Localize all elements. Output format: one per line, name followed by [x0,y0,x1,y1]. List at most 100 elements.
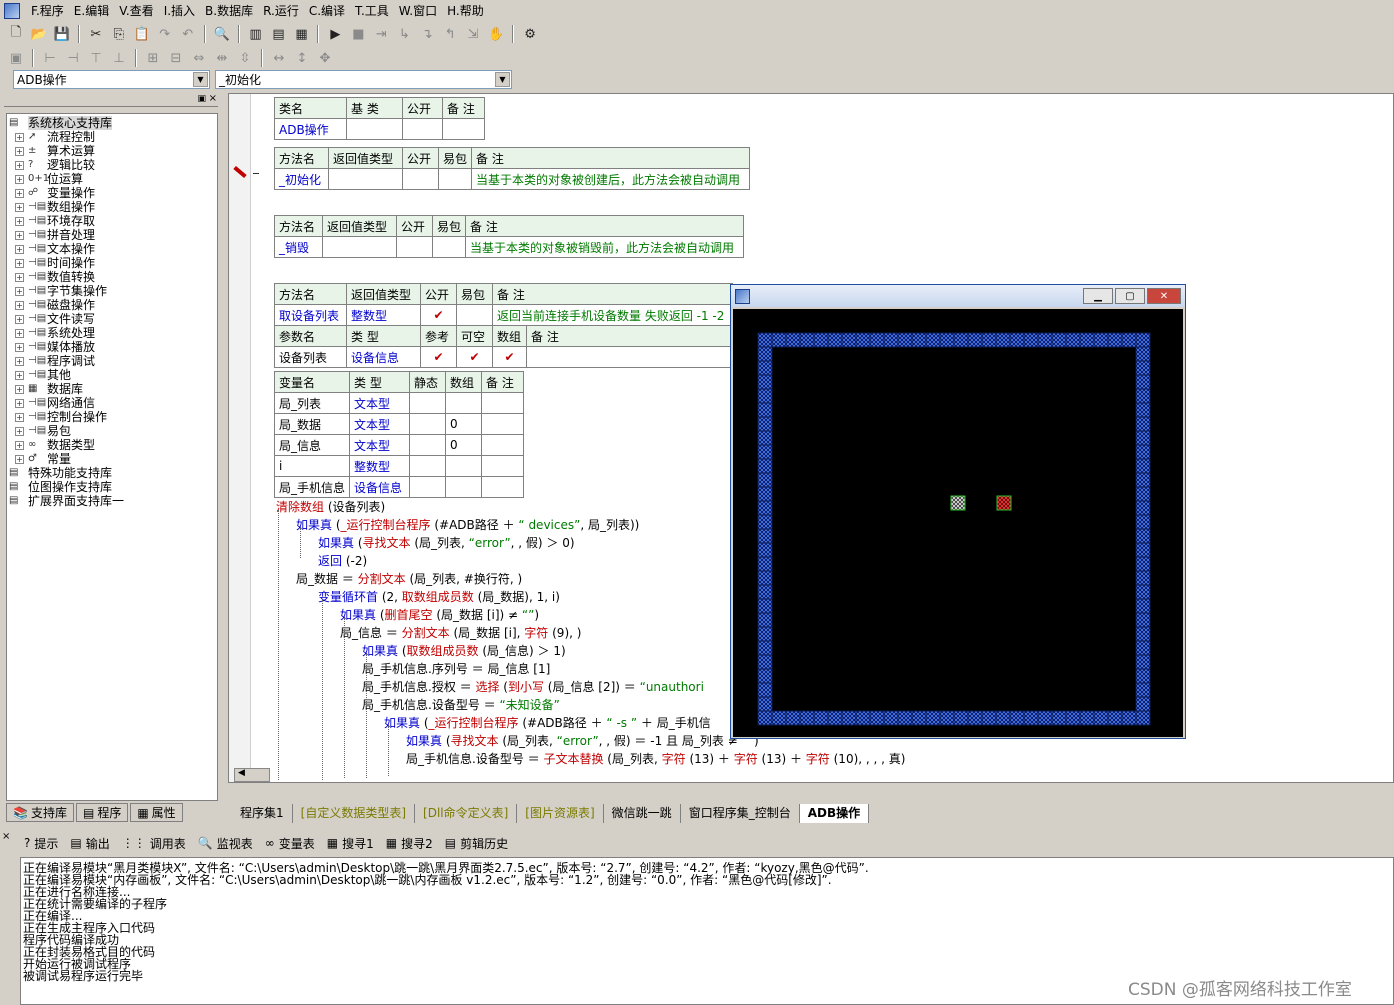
table-cell[interactable]: 局_手机信息 [273,476,351,498]
tree-item[interactable]: + ⊣▤ 媒体播放 [9,340,217,354]
space-h-icon[interactable]: ⇹ [212,48,232,68]
scroll-left-icon[interactable]: ◀ [238,768,245,778]
menu-item[interactable]: W.窗口 [394,1,442,21]
checkmark-icon[interactable]: ✔ [492,346,527,368]
tree-item[interactable]: ▤ 位图操作支持库 [9,480,217,494]
table-cell[interactable]: i [273,455,351,477]
tree-item[interactable]: + ∞ 数据类型 [9,438,217,452]
tree-item[interactable]: + ⊣▤ 数组操作 [9,200,217,214]
table-cell[interactable]: 文本型 [349,434,411,456]
tree-item[interactable]: + ⊣▤ 文本操作 [9,242,217,256]
class-select[interactable]: ADB操作 ▼ [13,70,210,89]
table-cell[interactable] [437,168,473,190]
table-cell[interactable] [402,118,443,140]
method-select[interactable]: _初始化 ▼ [215,70,512,89]
expand-icon[interactable]: + [15,286,24,296]
output-tab[interactable]: ? 提示 [18,832,64,854]
expand-icon[interactable]: + [15,398,24,408]
tree-item[interactable]: ▤ 扩展界面支持库一 [9,494,217,508]
expand-icon[interactable]: + [15,384,24,394]
comment-cell[interactable]: 返回当前连接手机设备数量 失败返回 -1 -2 [492,304,733,326]
tree-item[interactable]: ▤ 系统核心支持库 [9,116,217,130]
table-cell[interactable] [431,236,467,258]
table-cell[interactable] [328,168,403,190]
align-left-icon[interactable]: ⊢ [40,48,60,68]
table-cell[interactable] [481,476,525,498]
table-cell[interactable] [526,346,733,368]
method-name-cell[interactable]: _初始化 [274,168,329,190]
step-icon[interactable]: ⇥ [371,24,391,44]
editor-tab[interactable]: [Dll命令定义表] [415,804,518,823]
align-icon[interactable]: ▣ [6,48,26,68]
expand-icon[interactable]: + [15,426,24,436]
center-h-icon[interactable]: ⊞ [143,48,163,68]
editor-tab[interactable]: 程序集1 [232,804,293,823]
align-top-icon[interactable]: ⊤ [86,48,106,68]
code-line[interactable]: 如果真 (_运行控制台程序 (#ADB路径 ＋ “ -s ” ＋ 局_手机信 [384,714,711,732]
table-cell[interactable] [445,455,483,477]
align-right-icon[interactable]: ⊣ [63,48,83,68]
tree-item[interactable]: + ♂ 常量 [9,452,217,466]
editor-tab[interactable]: [自定义数据类型表] [293,804,416,823]
table-cell[interactable]: 文本型 [349,413,411,435]
size-w-icon[interactable]: ↔ [269,48,289,68]
run-to-cursor-icon[interactable]: ⇲ [463,24,483,44]
table-row[interactable]: 局_手机信息 设备信息 [273,476,525,498]
tab-support-library[interactable]: 📚 支持库 [6,803,74,822]
expand-icon[interactable]: + [15,356,24,366]
expand-icon[interactable]: + [15,202,24,212]
output-tab[interactable]: ▤ 输出 [64,832,115,854]
step-into-icon[interactable]: ↳ [394,24,414,44]
editor-tab[interactable]: 窗口程序集_控制台 [681,804,800,823]
table-cell[interactable] [322,236,397,258]
tab-properties[interactable]: ▦ 属性 [130,803,183,822]
minimize-icon[interactable]: ▁ [1083,288,1113,304]
close-icon[interactable]: × [209,93,217,104]
table-cell[interactable] [442,118,485,140]
editor-tab[interactable]: [图片资源表] [517,804,604,823]
save-icon[interactable]: 💾 [52,24,72,44]
tree-item[interactable]: + ⊣▤ 环境存取 [9,214,217,228]
tree-item[interactable]: + ⊣▤ 系统处理 [9,326,217,340]
table-row[interactable]: 局_信息 文本型 0 [273,434,525,456]
code-line[interactable]: 局_手机信息.设备型号 ＝ 子文本替换 (局_列表, 字符 (13) ＋ 字符 … [406,750,905,768]
tree-item[interactable]: +? 逻辑比较 [9,158,217,172]
chevron-down-icon[interactable]: ▼ [495,72,510,87]
same-width-icon[interactable]: ⇔ [189,48,209,68]
param-type-cell[interactable]: 设备信息 [346,346,421,368]
table-cell[interactable]: 0 [445,434,483,456]
copy-icon[interactable]: ⎘ [109,24,129,44]
menu-item[interactable]: B.数据库 [200,1,258,21]
tree-item[interactable]: + ⊣▤ 拼音处理 [9,228,217,242]
expand-icon[interactable]: + [15,342,24,352]
pin-icon[interactable]: ▣ [197,94,206,104]
expand-icon[interactable]: + [15,132,24,142]
table-cell[interactable]: 整数型 [349,455,411,477]
output-tab[interactable]: ▦ 搜寻1 [321,832,380,854]
output-panel-close[interactable]: × [2,831,10,842]
menu-item[interactable]: C.编译 [304,1,350,21]
game-canvas[interactable] [733,309,1183,737]
cut-icon[interactable]: ✂ [86,24,106,44]
table-cell[interactable] [445,392,483,414]
code-line[interactable]: 变量循环首 (2, 取数组成员数 (局_数据), 1, i) [318,588,560,606]
tree-item[interactable]: + ⊣▤ 易包 [9,424,217,438]
expand-icon[interactable]: + [15,328,24,338]
output-tab[interactable]: ∞ 变量表 [259,832,321,854]
comment-cell[interactable]: 当基于本类的对象被创建后，此方法会被自动调用 [471,168,751,190]
game-window-titlebar[interactable]: ▁ ▢ ✕ [731,285,1185,307]
expand-icon[interactable]: + [15,244,24,254]
center-v-icon[interactable]: ⊟ [166,48,186,68]
tree-item[interactable]: + ⊣▤ 数值转换 [9,270,217,284]
code-line[interactable]: 返回 (-2) [318,552,367,570]
table-row[interactable]: 局_列表 文本型 [273,392,525,414]
redo-icon[interactable]: ↷ [155,24,175,44]
menu-item[interactable]: I.插入 [159,1,200,21]
size-both-icon[interactable]: ✥ [315,48,335,68]
menu-item[interactable]: T.工具 [350,1,394,21]
checkmark-icon[interactable]: ✔ [456,346,493,368]
table-cell[interactable]: 局_数据 [273,413,351,435]
method-name-cell[interactable]: 取设备列表 [274,304,347,326]
expand-icon[interactable]: + [15,160,24,170]
code-line[interactable]: 如果真 (取数组成员数 (局_信息) ＞ 1) [362,642,566,660]
